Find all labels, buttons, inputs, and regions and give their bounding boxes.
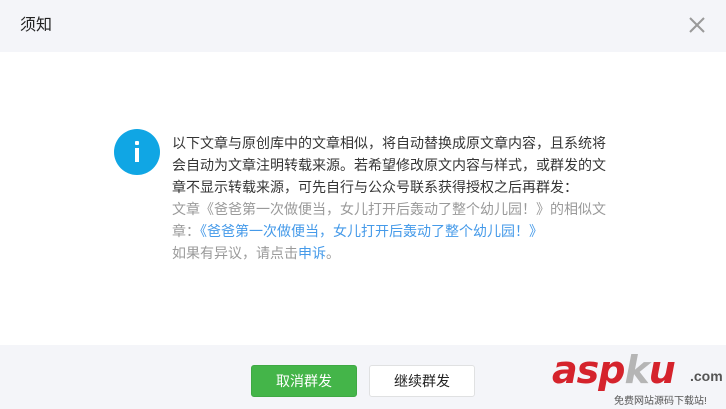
close-icon[interactable] bbox=[686, 14, 708, 36]
watermark-brand: aspku bbox=[552, 348, 676, 392]
watermark-logo: aspku .com 免费网站源码下载站! bbox=[552, 348, 723, 407]
dialog-body: 以下文章与原创库中的文章相似，将自动替换成原文章内容，且系统将 会自动为文章注明… bbox=[0, 52, 726, 345]
watermark-subtitle: 免费网站源码下载站! bbox=[614, 396, 707, 407]
notice-line: 会自动为文章注明转载来源。若希望修改原文内容与样式，或群发的文 bbox=[172, 157, 606, 173]
similar-article-line: 文章《爸爸第一次做便当，女儿打开后轰动了整个幼儿园！》的相似文 bbox=[172, 201, 606, 217]
original-article-link[interactable]: 《爸爸第一次做便当，女儿打开后轰动了整个幼儿园！》 bbox=[200, 223, 543, 239]
original-article-line: 章：《爸爸第一次做便当，女儿打开后轰动了整个幼儿园！》 bbox=[172, 220, 642, 242]
appeal-suffix: 。 bbox=[326, 245, 340, 261]
continue-broadcast-button[interactable]: 继续群发 bbox=[369, 365, 475, 397]
appeal-link[interactable]: 申诉 bbox=[298, 245, 326, 261]
cancel-broadcast-button[interactable]: 取消群发 bbox=[251, 365, 357, 397]
notice-line: 以下文章与原创库中的文章相似，将自动替换成原文章内容，且系统将 bbox=[172, 135, 606, 151]
info-icon bbox=[114, 129, 160, 175]
appeal-line: 如果有异议，请点击申诉。 bbox=[172, 242, 642, 264]
notice-message: 以下文章与原创库中的文章相似，将自动替换成原文章内容，且系统将 会自动为文章注明… bbox=[172, 132, 642, 264]
dialog: 须知 以下文章与原创库中的文章相似，将自动替换成原文章内容，且系统将 会自动为文… bbox=[0, 0, 726, 409]
watermark-domain: .com bbox=[690, 368, 723, 384]
original-article-prefix: 章： bbox=[172, 223, 200, 239]
notice-line: 章不显示转载来源，可先自行与公众号联系获得授权之后再群发： bbox=[172, 179, 578, 195]
dialog-header: 须知 bbox=[0, 0, 726, 52]
dialog-title: 须知 bbox=[20, 17, 53, 34]
appeal-prefix: 如果有异议，请点击 bbox=[172, 245, 298, 261]
